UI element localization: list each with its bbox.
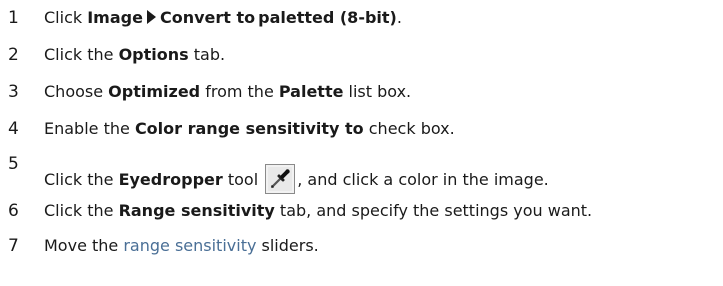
- step-text-plain: Move the: [44, 236, 124, 255]
- procedure-steps: 1 Click Image Convert to paletted (8-bit).…: [0, 0, 723, 286]
- step-text-plain: Enable the: [44, 119, 135, 138]
- step-number: 2: [8, 45, 19, 65]
- step-number: 5: [8, 154, 19, 174]
- step-number: 1: [8, 8, 19, 28]
- step-text-plain: sliders.: [256, 236, 319, 255]
- eyedropper-icon: [265, 164, 296, 194]
- range-sensitivity-link[interactable]: range sensitivity: [123, 236, 256, 255]
- eyedropper-term: Eyedropper: [118, 170, 223, 189]
- step-text-plain: Choose: [44, 82, 109, 101]
- menu-convert-to: Convert to: [159, 8, 256, 27]
- step-number: 3: [8, 82, 19, 102]
- step-text-plain: tab, and specify the settings you want.: [274, 201, 593, 220]
- step-text: Click Image Convert to paletted (8-bit).: [44, 8, 402, 28]
- menu-paletted-8bit: paletted (8-bit): [258, 8, 397, 27]
- step-text-plain: tab.: [188, 45, 226, 64]
- step-text: Choose Optimized from the Palette list b…: [44, 82, 411, 102]
- step-text-plain: Click the: [44, 170, 119, 189]
- step-text: Click the Eyedropper tool , and click a …: [44, 164, 549, 194]
- step-text-plain: .: [396, 8, 402, 27]
- step-text-plain: Click the: [44, 201, 119, 220]
- step-number: 4: [8, 119, 19, 139]
- step-5: 5 Click the Eyedropper tool , and click …: [0, 154, 723, 194]
- step-number: 7: [8, 236, 19, 256]
- step-text-plain: , and click a color in the image.: [297, 170, 549, 189]
- step-text: Click the Range sensitivity tab, and spe…: [44, 201, 592, 221]
- step-text-plain: check box.: [363, 119, 455, 138]
- color-range-sensitivity-term: Color range sensitivity to: [134, 119, 364, 138]
- options-tab-term: Options: [118, 45, 189, 64]
- step-text-plain: tool: [222, 170, 264, 189]
- palette-term: Palette: [278, 82, 344, 101]
- step-number: 6: [8, 201, 19, 221]
- step-text-plain: from the: [200, 82, 279, 101]
- step-text: Move the range sensitivity sliders.: [44, 236, 319, 256]
- step-text: Click the Options tab.: [44, 45, 225, 65]
- menu-image: Image: [87, 8, 143, 27]
- step-text-plain: list box.: [343, 82, 412, 101]
- menu-arrow-icon: [146, 10, 156, 24]
- step-text-plain: Click the: [44, 45, 119, 64]
- range-sensitivity-tab-term: Range sensitivity: [118, 201, 275, 220]
- step-text: Enable the Color range sensitivity to ch…: [44, 119, 455, 139]
- step-text-plain: Click: [44, 8, 88, 27]
- optimized-term: Optimized: [108, 82, 201, 101]
